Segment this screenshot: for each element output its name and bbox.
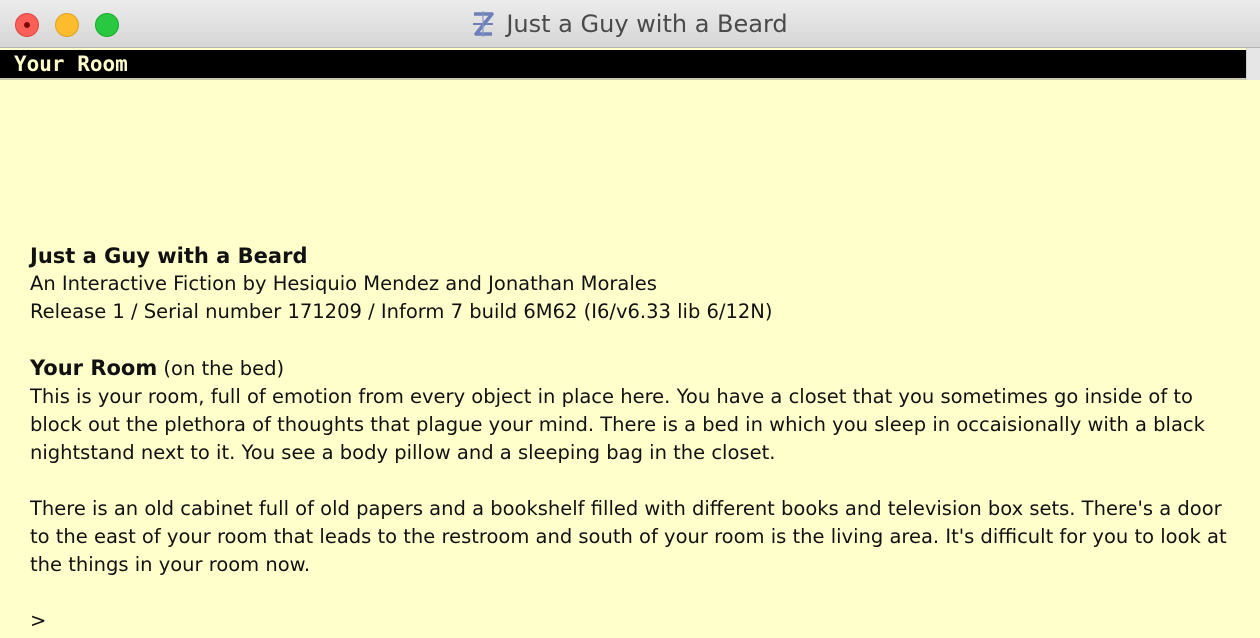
- release-line: Release 1 / Serial number 171209 / Infor…: [30, 300, 773, 323]
- status-location: Your Room: [14, 52, 128, 76]
- room-name: Your Room: [30, 356, 158, 380]
- room-description: This is your room, full of emotion from …: [30, 385, 1205, 464]
- status-divider: [0, 78, 1246, 80]
- room-contents: There is an old cabinet full of old pape…: [30, 497, 1227, 576]
- byline: An Interactive Fiction by Hesiquio Mende…: [30, 272, 657, 295]
- title-bar[interactable]: Just a Guy with a Beard: [0, 0, 1260, 48]
- window-title-group: Just a Guy with a Beard: [0, 0, 1260, 48]
- room-heading: Your Room (on the bed): [30, 354, 1240, 383]
- command-input[interactable]: [46, 609, 953, 633]
- app-window: Just a Guy with a Beard Your Room Just a…: [0, 0, 1260, 638]
- prompt-symbol: >: [30, 609, 47, 632]
- scrollbar[interactable]: [1246, 48, 1260, 80]
- z-interpreter-icon: [473, 11, 495, 37]
- story-text-area: Just a Guy with a Beard An Interactive F…: [30, 242, 1240, 635]
- window-title: Just a Guy with a Beard: [506, 10, 788, 38]
- status-bar: Your Room: [0, 50, 1246, 78]
- command-line: >: [30, 607, 1240, 635]
- game-title: Just a Guy with a Beard: [30, 244, 308, 268]
- room-position: (on the bed): [157, 357, 285, 380]
